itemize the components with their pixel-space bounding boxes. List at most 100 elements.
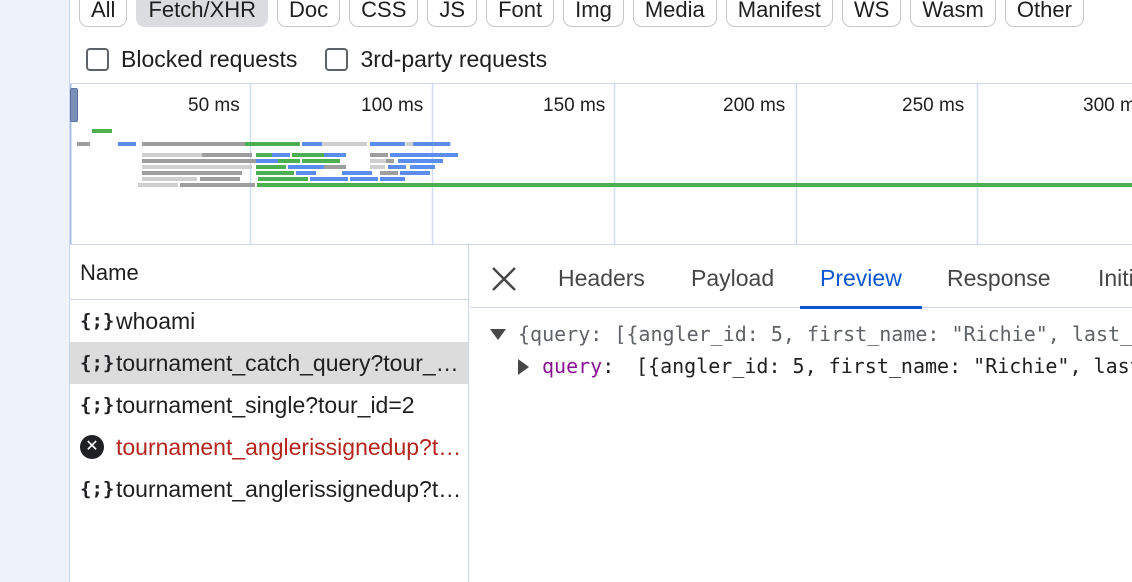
filter-img[interactable]: Img <box>563 0 624 27</box>
xhr-icon: {;} <box>80 352 115 374</box>
json-root-summary: {query: [{angler_id: 5, first_name: "Ric… <box>518 322 1132 346</box>
overview-bar <box>416 153 458 157</box>
request-row-whoami[interactable]: {;} whoami <box>70 300 468 342</box>
request-row-tournament-anglerissignedup-failed[interactable]: ✕ tournament_anglerissignedup?tour_id=2 <box>70 426 468 468</box>
blocked-requests-checkbox-box[interactable] <box>86 47 109 71</box>
tab-payload[interactable]: Payload <box>671 245 794 308</box>
overview-bar <box>142 177 197 181</box>
request-name: tournament_anglerissignedup?tour_id=2 <box>116 433 462 460</box>
overview-bar <box>292 153 324 157</box>
overview-bar <box>370 142 405 146</box>
tick-label-100: 100 ms <box>361 95 424 116</box>
overview-bar <box>398 159 443 163</box>
request-row-tournament-anglerissignedup[interactable]: {;} tournament_anglerissignedup?tour_id=… <box>70 468 468 510</box>
overview-bar <box>400 171 430 175</box>
overview-bar <box>310 177 348 181</box>
overview-bar <box>256 159 278 163</box>
overview-bar <box>256 153 272 157</box>
overview-bar <box>258 177 308 181</box>
resource-type-filter-bar: All Fetch/XHR Doc CSS JS Font Img Media … <box>79 0 1084 28</box>
filter-manifest[interactable]: Manifest <box>725 0 833 27</box>
overview-bar <box>142 153 202 157</box>
request-row-tournament-single[interactable]: {;} tournament_single?tour_id=2 <box>70 384 468 426</box>
error-icon: ✕ <box>80 435 104 459</box>
json-key-text: query <box>542 354 603 378</box>
xhr-icon: {;} <box>80 394 115 416</box>
overview-bar <box>92 129 112 133</box>
overview-bar <box>200 177 240 181</box>
json-preview: {query: [{angler_id: 5, first_name: "Ric… <box>470 318 1132 382</box>
third-party-requests-label: 3rd-party requests <box>360 45 548 72</box>
json-property-value: [{angler_id: 5, first_name: "Richie", la… <box>636 354 1132 378</box>
request-row-tournament-catch-query[interactable]: {;} tournament_catch_query?tour_id=2 <box>70 342 468 384</box>
overview-bar <box>302 159 340 163</box>
third-party-requests-checkbox[interactable]: 3rd-party requests <box>325 46 547 73</box>
tick-label-150: 150 ms <box>543 95 606 116</box>
details-tab-bar: Headers Payload Preview Response Initiat… <box>470 245 1132 309</box>
overview-bar <box>388 165 406 169</box>
json-root-node[interactable]: {query: [{angler_id: 5, first_name: "Ric… <box>470 318 1132 350</box>
blocked-requests-checkbox[interactable]: Blocked requests <box>86 46 297 73</box>
overview-bar <box>256 171 294 175</box>
overview-bar <box>380 171 398 175</box>
overview-bar <box>432 142 450 146</box>
filter-wasm[interactable]: Wasm <box>910 0 996 27</box>
tick-label-250: 250 ms <box>902 95 965 116</box>
overview-bar <box>370 165 385 169</box>
overview-bar <box>288 165 324 169</box>
filter-all[interactable]: All <box>79 0 128 27</box>
overview-bar <box>222 159 256 163</box>
overview-bar <box>175 142 245 146</box>
overview-range-handle[interactable] <box>70 88 78 122</box>
overview-bar <box>302 142 322 146</box>
overview-bar <box>390 153 416 157</box>
overview-bar <box>410 165 435 169</box>
overview-bar <box>324 153 346 157</box>
filter-doc[interactable]: Doc <box>277 0 341 27</box>
request-checkbox-row: Blocked requests 3rd-party requests <box>86 42 547 76</box>
overview-bar <box>180 183 255 187</box>
request-details-panel: Headers Payload Preview Response Initiat… <box>470 245 1132 582</box>
json-query-node[interactable]: query: [{angler_id: 5, first_name: "Rich… <box>470 350 1132 382</box>
overview-bar <box>245 142 300 146</box>
filter-font[interactable]: Font <box>486 0 555 27</box>
filter-other[interactable]: Other <box>1004 0 1084 27</box>
overview-bar <box>350 177 378 181</box>
overview-bar <box>380 177 405 181</box>
overview-bar <box>413 142 433 146</box>
filter-js[interactable]: JS <box>427 0 478 27</box>
overview-bar <box>142 159 222 163</box>
overview-bar <box>138 183 178 187</box>
tick-label-200: 200 ms <box>723 95 786 116</box>
overview-bar <box>272 153 290 157</box>
json-property-key: query: <box>542 350 614 382</box>
third-party-requests-checkbox-box[interactable] <box>325 47 349 71</box>
tab-response[interactable]: Response <box>927 245 1071 308</box>
close-icon[interactable] <box>490 265 518 293</box>
overview-bar <box>257 183 1132 187</box>
filter-css[interactable]: CSS <box>349 0 419 27</box>
name-column-header[interactable]: Name <box>70 245 468 300</box>
overview-bar <box>142 171 242 175</box>
filter-fetch-xhr[interactable]: Fetch/XHR <box>136 0 269 27</box>
tab-headers[interactable]: Headers <box>538 245 665 308</box>
filter-ws[interactable]: WS <box>841 0 902 27</box>
expanded-triangle-icon[interactable] <box>490 329 506 340</box>
request-list: Name {;} whoami {;} tournament_catch_que… <box>70 245 469 582</box>
overview-bar <box>256 165 286 169</box>
request-name: tournament_anglerissignedup?tour_id=2 <box>116 475 462 502</box>
tab-initiator[interactable]: Initiator <box>1078 245 1132 308</box>
tick-label-50: 50 ms <box>188 95 240 116</box>
request-name: whoami <box>116 307 196 334</box>
overview-bar <box>118 142 136 146</box>
overview-bar <box>202 153 252 157</box>
overview-bar <box>386 159 394 163</box>
filter-media[interactable]: Media <box>632 0 717 27</box>
overview-bar <box>142 165 252 169</box>
tab-preview[interactable]: Preview <box>800 245 922 309</box>
request-name: tournament_single?tour_id=2 <box>116 391 415 418</box>
xhr-icon: {;} <box>80 310 115 332</box>
collapsed-triangle-icon[interactable] <box>518 359 529 375</box>
network-overview-timeline[interactable]: 50 ms 100 ms 150 ms 200 ms 250 ms 300 ms <box>70 83 1132 245</box>
overview-bar <box>296 171 316 175</box>
